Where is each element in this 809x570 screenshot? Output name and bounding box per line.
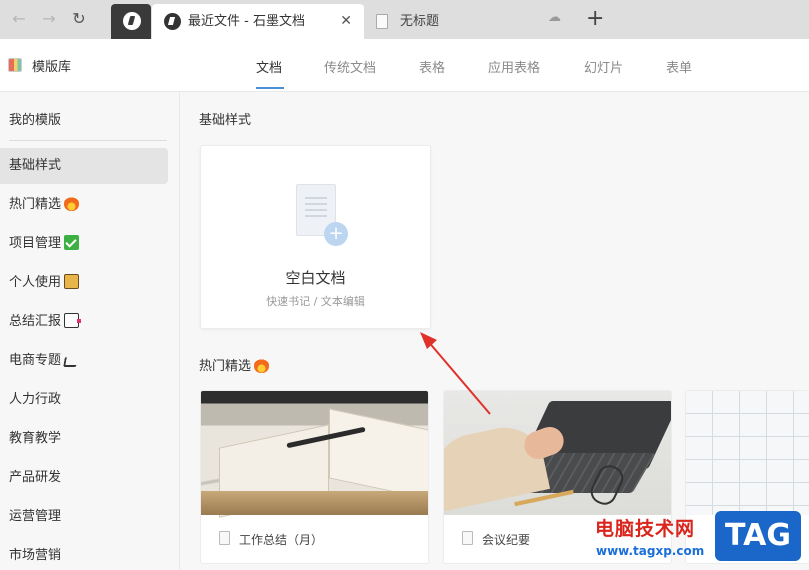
template-header: 模版库 文档 传统文档 表格 应用表格 幻灯片 表单 — [0, 39, 809, 92]
forward-button[interactable]: → — [38, 8, 60, 30]
sidebar-item-label: 人力行政 — [9, 392, 62, 407]
add-icon: + — [324, 222, 348, 246]
blank-card-subtitle: 快速书记 / 文本编辑 — [266, 295, 365, 308]
tab-doc[interactable]: 文档 — [256, 57, 282, 76]
sidebar-item-personal-use[interactable]: 个人使用 — [0, 265, 168, 301]
sidebar-divider — [9, 140, 167, 141]
blank-document-card[interactable]: + 空白文档 快速书记 / 文本编辑 — [200, 145, 431, 329]
tab-form[interactable]: 表单 — [666, 57, 692, 76]
app-logo-icon — [123, 12, 141, 30]
document-icon — [219, 531, 230, 545]
watermark-text: 电脑技术网 — [595, 518, 696, 540]
cart-icon — [63, 357, 78, 367]
fire-icon — [64, 196, 80, 211]
person-icon — [64, 274, 80, 289]
sidebar-item-marketing[interactable]: 市场营销 — [0, 538, 168, 570]
fire-icon — [254, 358, 270, 373]
sidebar-item-label: 个人使用 — [9, 275, 62, 290]
tab-slides[interactable]: 幻灯片 — [584, 57, 623, 76]
sidebar-item-label: 基础样式 — [9, 158, 62, 173]
page-title: 模版库 — [32, 60, 72, 75]
template-thumbnail — [444, 391, 671, 515]
watermark-badge: TAG — [715, 511, 801, 561]
document-icon — [376, 14, 388, 29]
sidebar-item-education[interactable]: 教育教学 — [0, 421, 168, 457]
active-tab-indicator — [256, 87, 284, 89]
check-box-icon — [64, 235, 80, 250]
section-title-hot: 热门精选 — [199, 355, 270, 374]
tab-app-sheet[interactable]: 应用表格 — [488, 57, 540, 76]
sidebar-item-label: 项目管理 — [9, 236, 62, 251]
cloud-icon[interactable]: ☁ — [548, 10, 561, 25]
sidebar-item-label: 教育教学 — [9, 431, 62, 446]
sidebar-item-my-templates[interactable]: 我的模版 — [0, 103, 168, 139]
template-thumbnail — [686, 391, 809, 515]
section-title-basic: 基础样式 — [199, 113, 252, 128]
shimo-logo-icon — [164, 13, 181, 30]
template-card-work-summary[interactable]: 工作总结（月） — [200, 390, 429, 564]
tab-label: 无标题 — [400, 14, 440, 29]
template-thumbnail — [201, 391, 428, 518]
tab-sheet[interactable]: 表格 — [419, 57, 445, 76]
sidebar-item-operations[interactable]: 运营管理 — [0, 499, 168, 535]
sidebar-item-label: 总结汇报 — [9, 314, 62, 329]
tab-untitled[interactable]: 无标题 — [364, 4, 574, 39]
reload-button[interactable]: ↻ — [68, 8, 90, 30]
close-tab-button[interactable]: ✕ — [340, 4, 352, 39]
sidebar-item-ecommerce[interactable]: 电商专题 — [0, 343, 168, 379]
app-home-tab[interactable] — [111, 4, 151, 39]
template-library-icon — [8, 58, 22, 72]
template-label: 会议纪要 — [482, 533, 531, 547]
sidebar-item-summary-report[interactable]: 总结汇报 — [0, 304, 168, 340]
new-tab-button[interactable]: + — [586, 6, 604, 32]
report-icon — [64, 313, 82, 328]
sidebar-item-label: 热门精选 — [9, 197, 62, 212]
watermark-url: www.tagxp.com — [596, 544, 705, 558]
sidebar-item-label: 产品研发 — [9, 470, 62, 485]
sidebar-item-hr-admin[interactable]: 人力行政 — [0, 382, 168, 418]
template-content: 基础样式 + 空白文档 快速书记 / 文本编辑 热门精选 工作总结（月） 会议纪… — [181, 92, 809, 570]
template-label: 工作总结（月） — [239, 533, 324, 547]
browser-tab-bar: ← → ↻ 最近文件 - 石墨文档 ✕ 无标题 ☁ + — [0, 0, 809, 39]
blank-card-title: 空白文档 — [285, 269, 346, 287]
sidebar-item-product-dev[interactable]: 产品研发 — [0, 460, 168, 496]
document-icon — [462, 531, 473, 545]
back-button[interactable]: ← — [8, 8, 30, 30]
tab-traditional-doc[interactable]: 传统文档 — [324, 57, 376, 76]
tab-recent-files[interactable]: 最近文件 - 石墨文档 ✕ — [152, 4, 364, 39]
tab-label: 最近文件 - 石墨文档 — [188, 14, 305, 29]
sidebar-item-label: 运营管理 — [9, 509, 62, 524]
sidebar-item-project-management[interactable]: 项目管理 — [0, 226, 168, 262]
sidebar-item-label: 电商专题 — [9, 353, 62, 368]
sidebar-item-hot-picks[interactable]: 热门精选 — [0, 187, 168, 223]
sidebar-item-label: 我的模版 — [9, 113, 62, 128]
sidebar-item-basic-styles[interactable]: 基础样式 — [0, 148, 168, 184]
category-sidebar: 我的模版 基础样式 热门精选 项目管理 个人使用 总结汇报 电商专题 人力行政 … — [0, 92, 180, 570]
sidebar-item-label: 市场营销 — [9, 548, 62, 563]
